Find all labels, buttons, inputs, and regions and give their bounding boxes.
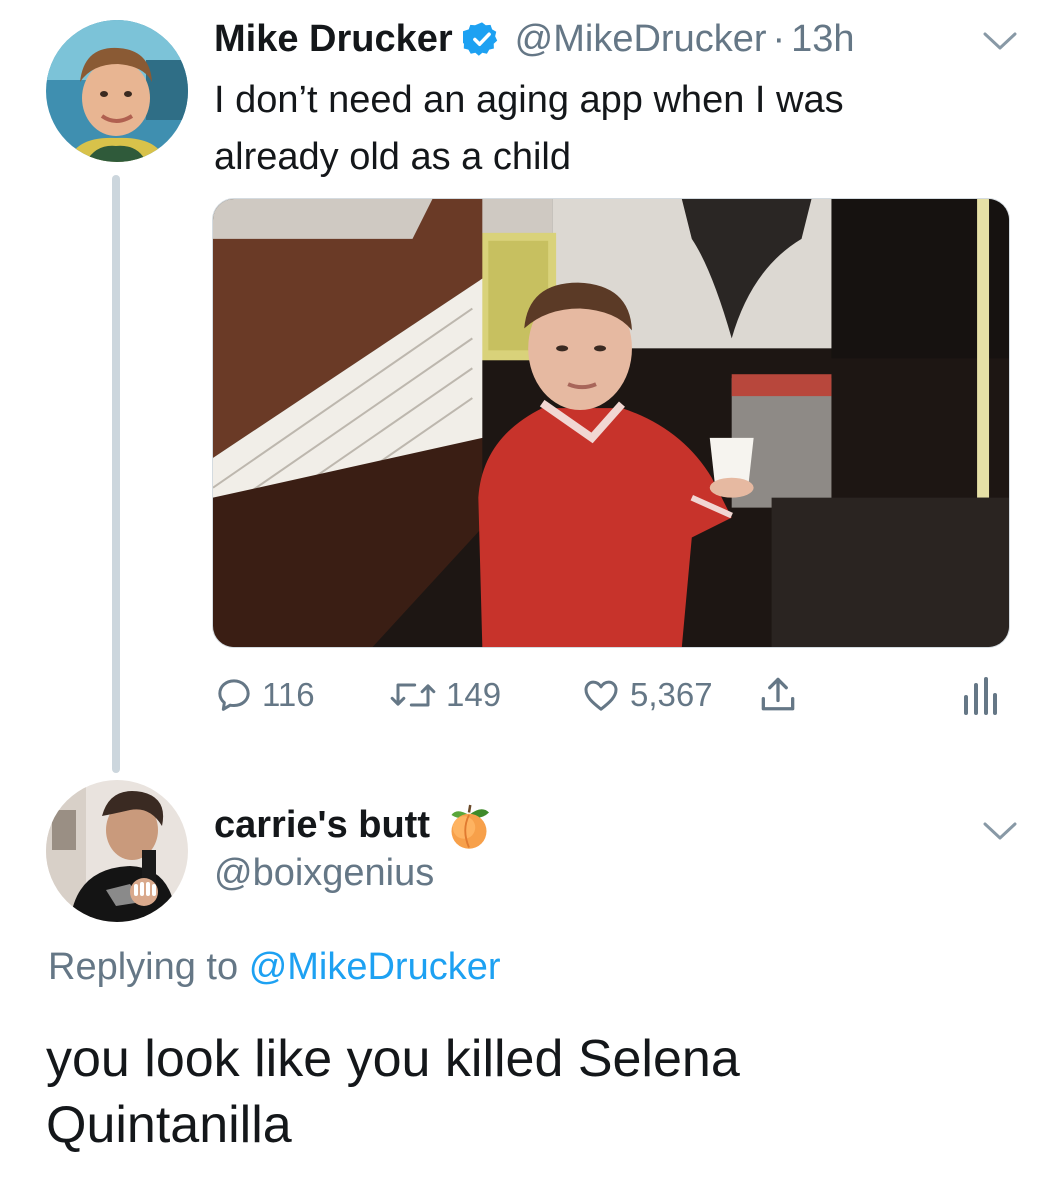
replying-to-line: Replying to @MikeDrucker [48,946,501,989]
reply-count: 116 [262,676,315,713]
reply-icon [218,679,250,711]
replier-avatar[interactable] [46,780,188,922]
reply-button[interactable]: 116 [214,668,315,722]
author-avatar[interactable] [46,20,188,162]
separator-dot: · [772,17,786,60]
analytics-icon [964,677,997,715]
replier-name-row: carrie's butt [214,800,494,850]
retweet-button[interactable]: 149 [388,668,501,722]
replier-handle[interactable]: @boixgenius [214,852,434,895]
reply-chevron-down-icon[interactable] [982,820,1018,842]
author-name[interactable]: Mike Drucker [214,18,453,61]
replying-prefix: Replying to [48,946,239,988]
tweet-text: I don’t need an aging app when I was alr… [214,79,844,178]
reply-text: you look like you killed Selena Quintani… [46,1030,740,1154]
share-button[interactable] [756,668,808,722]
chevron-down-icon[interactable] [982,30,1018,52]
timestamp[interactable]: 13h [791,18,854,61]
verified-badge-icon [462,22,497,56]
author-handle[interactable]: @MikeDrucker [515,18,767,61]
retweet-count: 149 [446,676,502,713]
like-count: 5,367 [630,676,713,713]
tweet-actions-bar: 116 149 5,367 [214,668,1014,722]
share-icon [761,677,795,711]
analytics-button[interactable] [962,668,1006,722]
peach-emoji-icon [451,804,489,849]
like-heart-icon [584,680,618,711]
tweet-header: Mike Drucker @MikeDrucker · 13h [214,14,855,64]
retweet-icon [390,683,436,707]
tweet-photo[interactable] [212,198,1010,648]
replying-mention-link[interactable]: @MikeDrucker [249,946,501,988]
replier-name[interactable]: carrie's butt [214,804,430,847]
thread-connector-line [112,175,120,773]
like-button[interactable]: 5,367 [580,668,713,722]
